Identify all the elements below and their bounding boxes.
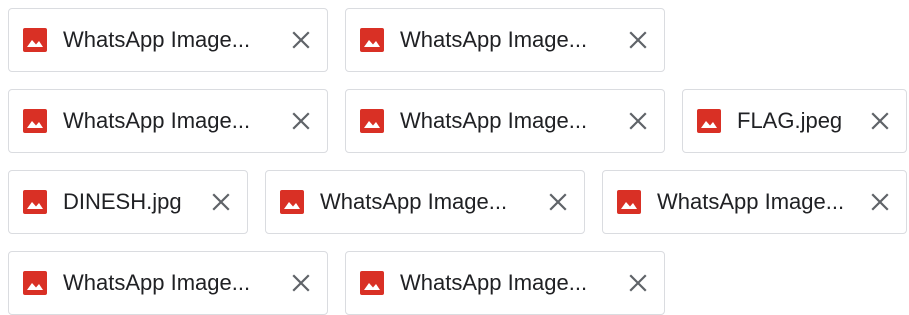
image-file-icon [21,107,49,135]
attachment-chip[interactable]: WhatsApp Image... [345,251,665,315]
attachment-name: WhatsApp Image... [400,270,588,295]
image-file-icon [358,26,386,54]
close-icon[interactable] [626,109,650,133]
close-icon[interactable] [868,109,892,133]
image-file-icon [358,107,386,135]
attachment-name: DINESH.jpg [63,189,182,214]
attachment-chip[interactable]: WhatsApp Image... [8,8,328,72]
close-icon[interactable] [209,190,233,214]
attachment-name: WhatsApp Image... [400,108,588,133]
image-file-icon [615,188,643,216]
attachment-chip[interactable]: WhatsApp Image... [345,8,665,72]
attachment-chip[interactable]: FLAG.jpeg [682,89,907,153]
image-file-icon [21,188,49,216]
close-icon[interactable] [289,28,313,52]
image-file-icon [21,269,49,297]
image-file-icon [278,188,306,216]
attachment-name: WhatsApp Image... [63,108,251,133]
attachment-name: WhatsApp Image... [320,189,508,214]
attachment-chip[interactable]: WhatsApp Image... [8,251,328,315]
attachment-name: WhatsApp Image... [63,270,251,295]
image-file-icon [358,269,386,297]
attachment-chip[interactable]: WhatsApp Image... [602,170,907,234]
close-icon[interactable] [289,109,313,133]
attachment-name: FLAG.jpeg [737,108,843,133]
close-icon[interactable] [546,190,570,214]
close-icon[interactable] [626,271,650,295]
attachment-name: WhatsApp Image... [400,27,588,52]
close-icon[interactable] [289,271,313,295]
image-file-icon [21,26,49,54]
attachment-name: WhatsApp Image... [657,189,845,214]
image-file-icon [695,107,723,135]
close-icon[interactable] [626,28,650,52]
attachment-chip[interactable]: DINESH.jpg [8,170,248,234]
close-icon[interactable] [868,190,892,214]
attachment-name: WhatsApp Image... [63,27,251,52]
attachment-chip[interactable]: WhatsApp Image... [265,170,585,234]
attachment-chip[interactable]: WhatsApp Image... [345,89,665,153]
attachment-chip[interactable]: WhatsApp Image... [8,89,328,153]
